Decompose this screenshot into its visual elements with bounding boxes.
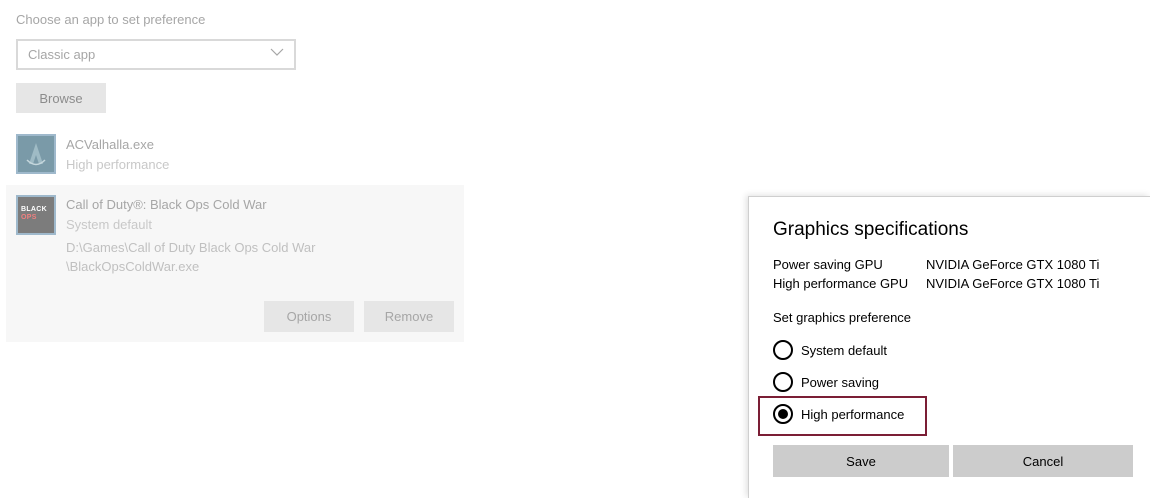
save-button[interactable]: Save (773, 445, 949, 477)
app-path-line-2: \BlackOpsColdWar.exe (66, 259, 200, 274)
spec-value: NVIDIA GeForce GTX 1080 Ti (926, 257, 1100, 272)
radio-label: Power saving (801, 374, 880, 390)
app-type-select[interactable]: Classic app (16, 39, 296, 70)
chevron-down-icon (270, 48, 284, 56)
graphics-settings-page: Choose an app to set preference Classic … (0, 0, 1150, 498)
app-path: D:\Games\Call of Duty Black Ops Cold War… (66, 238, 315, 276)
app-preference: System default (66, 217, 152, 232)
app-name: Call of Duty®: Black Ops Cold War (66, 197, 267, 212)
spec-row-high-performance: High performance GPU NVIDIA GeForce GTX 1… (773, 276, 1099, 291)
cancel-button[interactable]: Cancel (953, 445, 1133, 477)
assassins-creed-app-icon (16, 134, 56, 174)
icon-text-ops: OPS (21, 214, 37, 221)
app-type-selected-value: Classic app (28, 47, 96, 62)
black-ops-app-icon: BLACK OPS (16, 195, 56, 235)
preference-label: Set graphics preference (773, 310, 912, 325)
radio-circle[interactable] (773, 340, 793, 360)
radio-power-saving[interactable]: Power saving (773, 370, 879, 394)
spec-value: NVIDIA GeForce GTX 1080 Ti (926, 276, 1100, 291)
options-button[interactable]: Options (264, 301, 354, 332)
app-path-line-1: D:\Games\Call of Duty Black Ops Cold War (66, 240, 316, 255)
app-name: ACValhalla.exe (66, 137, 154, 152)
spec-key: High performance GPU (773, 276, 909, 291)
remove-button[interactable]: Remove (364, 301, 454, 332)
choose-app-label: Choose an app to set preference (16, 12, 206, 27)
dialog-title: Graphics specifications (773, 219, 969, 240)
app-preference: High performance (66, 157, 170, 172)
app-list-item[interactable]: ACValhalla.exe High performance (6, 128, 464, 184)
spec-row-power-saving: Power saving GPU NVIDIA GeForce GTX 1080 … (773, 257, 1099, 272)
radio-high-performance[interactable]: High performance (773, 402, 904, 426)
radio-label: System default (801, 342, 887, 358)
browse-button[interactable]: Browse (16, 83, 106, 113)
radio-circle-selected[interactable] (773, 404, 793, 424)
graphics-specifications-dialog: Graphics specifications Power saving GPU… (748, 196, 1150, 498)
radio-label: High performance (801, 406, 905, 422)
icon-text-black: BLACK (21, 206, 47, 213)
radio-circle[interactable] (773, 372, 793, 392)
app-list-item-selected[interactable]: BLACK OPS Call of Duty®: Black Ops Cold … (6, 185, 464, 342)
radio-system-default[interactable]: System default (773, 338, 887, 362)
spec-key: Power saving GPU (773, 257, 883, 272)
